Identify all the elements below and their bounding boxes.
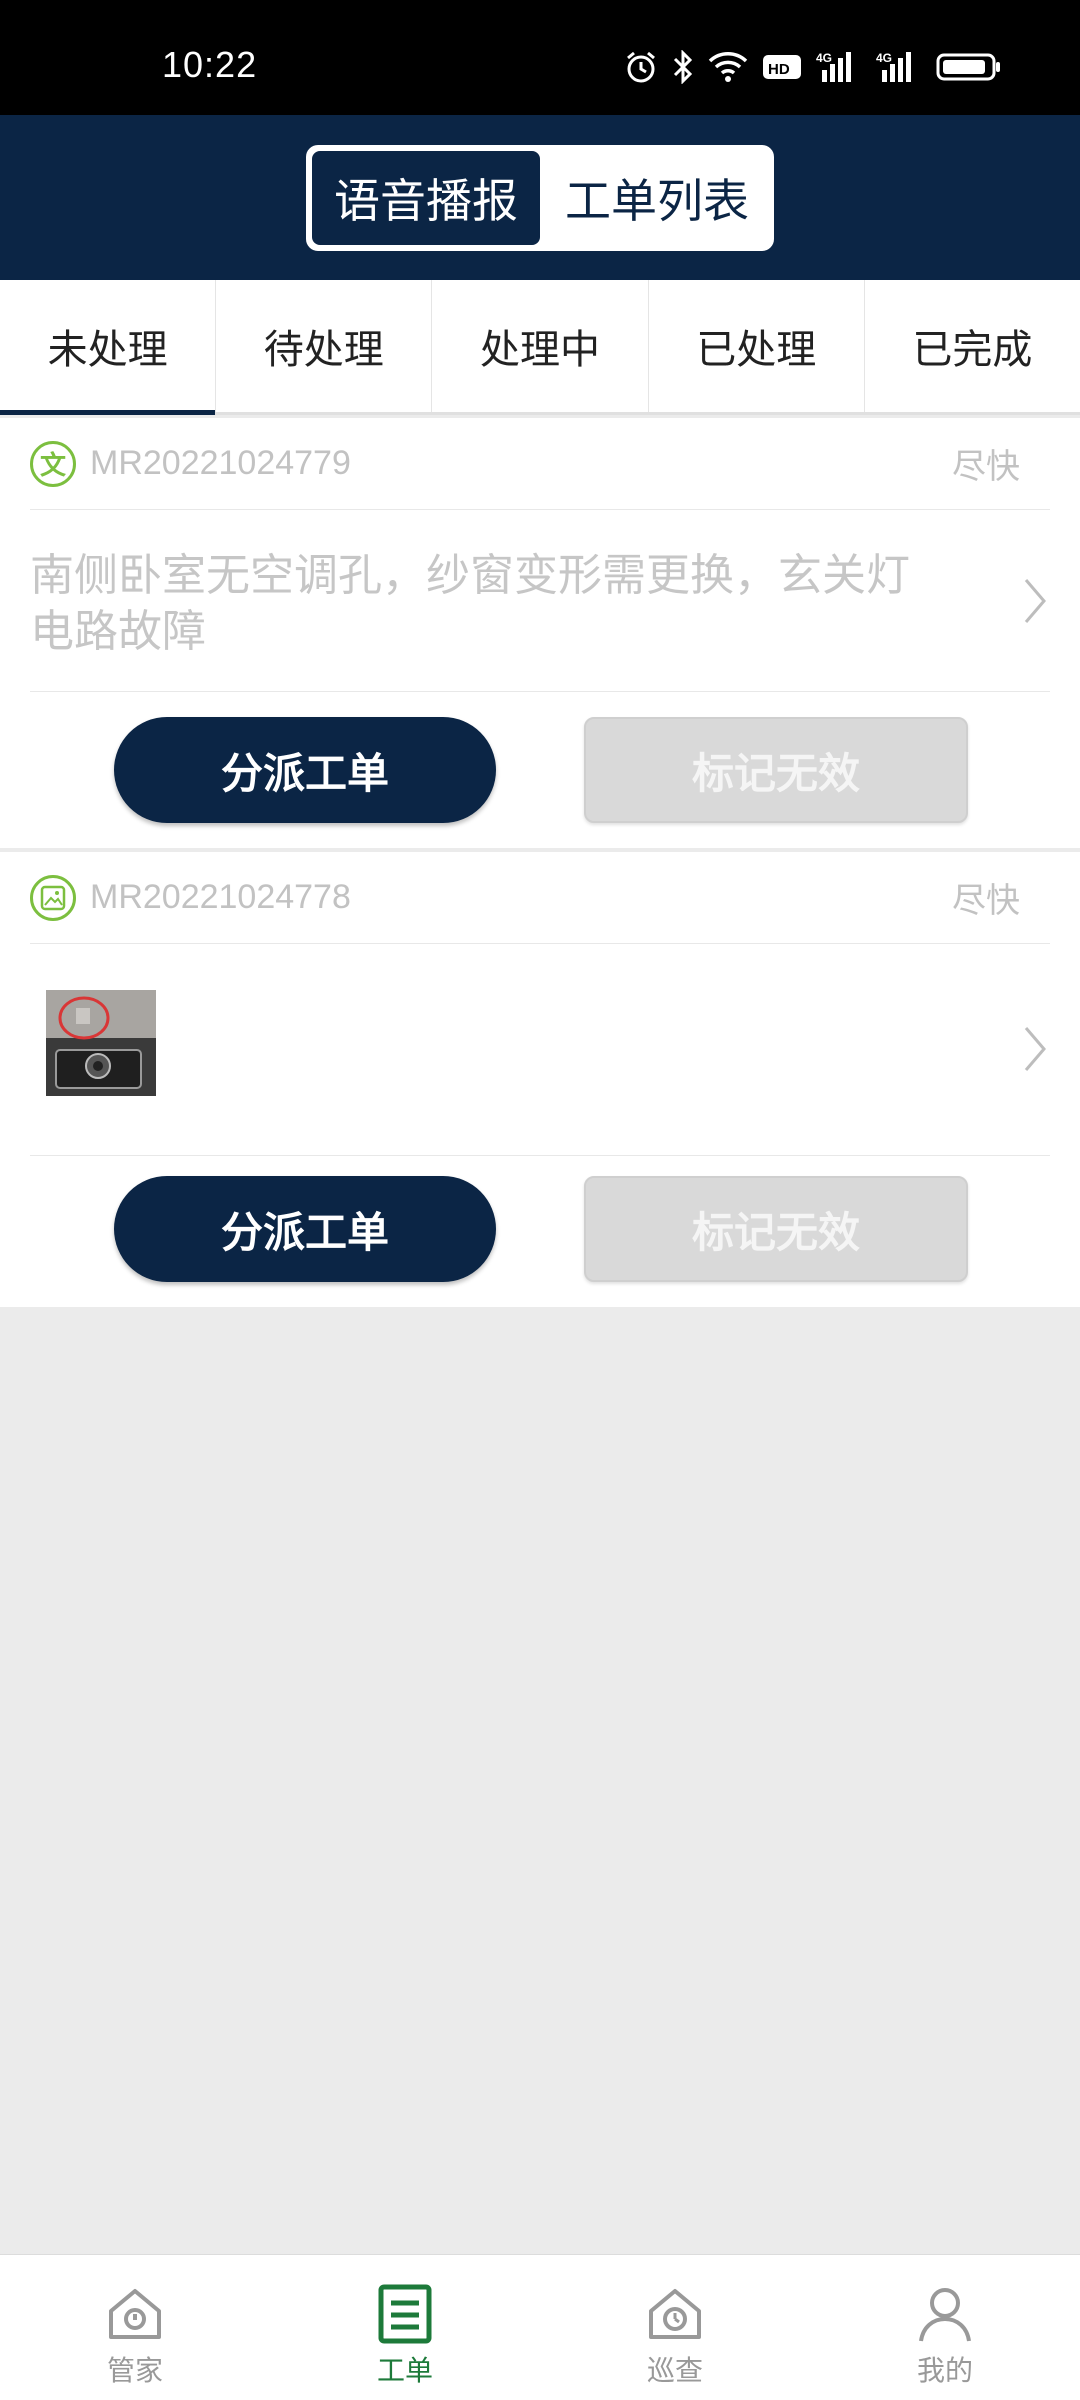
order-card: MR20221024778 尽快 分派工单 标记无效 (0, 852, 1080, 1307)
bottom-navigation: 管家 工单 巡查 我的 (0, 2254, 1080, 2400)
mark-invalid-button[interactable]: 标记无效 (584, 717, 968, 823)
text-type-icon: 文 (30, 440, 76, 487)
order-card-header: 文 MR20221024779 尽快 (30, 418, 1050, 510)
battery-icon (936, 51, 1002, 83)
app-header: 语音播报 工单列表 (0, 115, 1080, 280)
nav-item-mine[interactable]: 我的 (810, 2255, 1080, 2400)
order-photo-thumbnail[interactable] (46, 990, 156, 1096)
butler-house-icon (109, 2289, 161, 2339)
hd-icon: HD (762, 52, 802, 82)
signal-4g-icon: 4G (876, 50, 922, 84)
nav-label: 巡查 (646, 2354, 703, 2387)
order-card: 文 MR20221024779 尽快 南侧卧室无空调孔，纱窗变形需更换，玄关灯电… (0, 418, 1080, 848)
nav-item-butler[interactable]: 管家 (0, 2255, 270, 2400)
order-card-actions: 分派工单 标记无效 (0, 693, 1080, 848)
order-number: MR20221024779 (90, 444, 351, 482)
status-time: 10:22 (162, 44, 258, 85)
tab-in-progress[interactable]: 处理中 (432, 280, 649, 412)
chevron-right-icon (1024, 579, 1046, 623)
signal-4g-icon: 4G (816, 50, 862, 84)
bluetooth-icon (672, 50, 694, 84)
order-card-body[interactable] (30, 944, 1050, 1156)
person-icon (919, 2288, 971, 2342)
patrol-house-icon (649, 2289, 701, 2339)
order-card-actions: 分派工单 标记无效 (0, 1152, 1080, 1307)
svg-text:4G: 4G (816, 51, 832, 65)
mark-invalid-button[interactable]: 标记无效 (584, 1176, 968, 1282)
order-card-body[interactable]: 南侧卧室无空调孔，纱窗变形需更换，玄关灯电路故障 (30, 510, 1050, 692)
order-description: 南侧卧室无空调孔，纱窗变形需更换，玄关灯电路故障 (30, 550, 910, 657)
nav-label: 我的 (916, 2354, 973, 2387)
dispatch-order-button[interactable]: 分派工单 (114, 1176, 496, 1282)
order-card-header: MR20221024778 尽快 (30, 852, 1050, 944)
nav-item-patrol[interactable]: 巡查 (540, 2255, 810, 2400)
dispatch-order-button[interactable]: 分派工单 (114, 717, 496, 823)
segment-voice-broadcast[interactable]: 语音播报 (312, 151, 540, 245)
alarm-icon (624, 50, 658, 84)
work-order-icon (378, 2284, 432, 2344)
status-tabs: 未处理 待处理 处理中 已处理 已完成 (0, 280, 1080, 415)
segmented-control: 语音播报 工单列表 (306, 145, 774, 251)
urgency-label: 尽快 (952, 881, 1020, 921)
tab-unprocessed[interactable]: 未处理 (0, 280, 217, 415)
nav-label: 管家 (106, 2354, 163, 2387)
nav-item-work-order[interactable]: 工单 (270, 2255, 540, 2400)
order-number: MR20221024778 (90, 878, 351, 916)
urgency-label: 尽快 (952, 447, 1020, 487)
tab-processed[interactable]: 已处理 (649, 280, 865, 412)
nav-label: 工单 (376, 2354, 433, 2387)
tab-completed[interactable]: 已完成 (865, 280, 1080, 412)
tab-pending[interactable]: 待处理 (216, 280, 433, 412)
image-type-icon (30, 874, 76, 921)
status-icons: HD 4G 4G (624, 50, 1002, 84)
svg-text:4G: 4G (876, 51, 892, 65)
svg-text:HD: HD (768, 61, 790, 78)
chevron-right-icon (1024, 1027, 1046, 1071)
wifi-icon (708, 51, 748, 83)
segment-order-list[interactable]: 工单列表 (543, 148, 771, 248)
status-bar: 10:22 HD 4G 4G (0, 0, 1080, 115)
